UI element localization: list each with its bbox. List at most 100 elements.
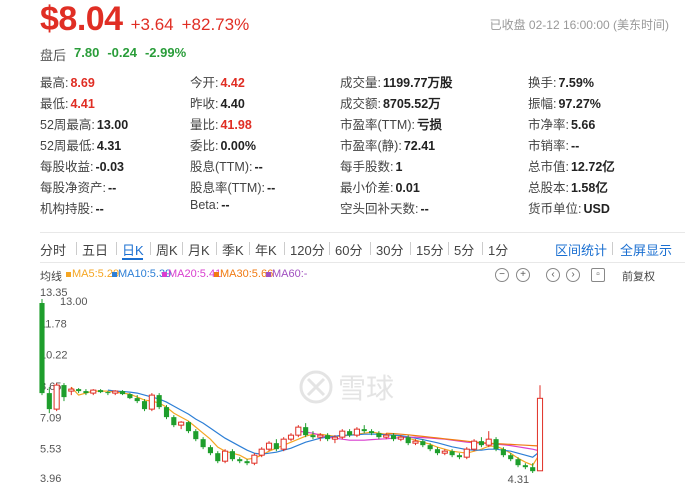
candle[interactable] <box>171 415 177 428</box>
candle-body <box>53 384 60 410</box>
candle[interactable] <box>39 299 45 396</box>
tab-9[interactable]: 30分 <box>376 240 403 259</box>
stat-label: 今开: <box>190 76 219 90</box>
stat-cell: 股息率(TTM): -- <box>190 177 275 196</box>
stat-label: 总市值: <box>528 160 569 174</box>
candle[interactable] <box>193 429 199 442</box>
candle[interactable] <box>456 453 463 460</box>
zoom-out-icon[interactable]: − <box>495 268 509 282</box>
candle[interactable] <box>98 389 104 394</box>
tab-1[interactable]: 五日 <box>82 240 108 259</box>
tab-12[interactable]: 1分 <box>488 240 508 259</box>
stat-cell: 最低: 4.41 <box>40 93 95 112</box>
candle[interactable] <box>295 425 302 438</box>
low-annotation: 4.31 <box>508 474 529 484</box>
candle[interactable] <box>178 421 185 430</box>
stat-cell: 52周最高: 13.00 <box>40 114 128 133</box>
candle[interactable] <box>83 389 89 396</box>
candle[interactable] <box>303 423 309 438</box>
candle[interactable] <box>390 433 397 442</box>
stat-cell: 今开: 4.42 <box>190 72 245 91</box>
candle[interactable] <box>222 449 229 464</box>
candle-body <box>237 459 243 462</box>
candle-body <box>485 438 492 446</box>
tab-5[interactable]: 季K <box>222 240 244 259</box>
candle-body <box>258 448 265 456</box>
price-change: +3.64 <box>130 15 174 34</box>
stat-cell: 52周最低: 4.31 <box>40 135 121 154</box>
tab-3[interactable]: 周K <box>156 240 178 259</box>
candle[interactable] <box>536 385 544 472</box>
candle[interactable] <box>287 433 295 442</box>
tab-4[interactable]: 月K <box>188 240 210 259</box>
candle[interactable] <box>185 421 192 434</box>
candle[interactable] <box>215 451 221 464</box>
stat-label: 货币单位: <box>528 202 582 216</box>
stat-cell: 市销率: -- <box>528 135 579 154</box>
candle[interactable] <box>237 457 243 464</box>
tab-8[interactable]: 60分 <box>335 240 362 259</box>
candle[interactable] <box>478 437 484 448</box>
y-tick-label: 3.96 <box>40 473 61 484</box>
candle[interactable] <box>361 425 367 434</box>
candle[interactable] <box>244 459 250 466</box>
candle[interactable] <box>339 429 346 440</box>
zoom-in-icon[interactable]: + <box>516 268 530 282</box>
stat-label: 昨收: <box>190 97 219 111</box>
candle-body <box>303 427 309 436</box>
kline-chart[interactable]: 雪球 13.3511.7810.228.657.095.533.9613.004… <box>0 282 693 484</box>
stat-value: 72.41 <box>403 139 436 153</box>
candle[interactable] <box>163 405 170 420</box>
pan-right-icon[interactable]: › <box>566 268 580 282</box>
tab-6[interactable]: 年K <box>255 240 277 259</box>
candle[interactable] <box>251 453 258 466</box>
candle[interactable] <box>200 437 206 450</box>
stat-label: 委比: <box>190 139 219 153</box>
stat-cell: 成交额: 8705.52万 <box>340 93 441 112</box>
candle[interactable] <box>148 393 155 412</box>
candle-body <box>127 394 133 399</box>
tab-11[interactable]: 5分 <box>454 240 474 259</box>
candle-body <box>61 385 67 398</box>
candle[interactable] <box>90 389 97 396</box>
candle[interactable] <box>207 445 214 456</box>
candle-body <box>83 391 89 394</box>
tab-2[interactable]: 日K <box>122 240 144 259</box>
stat-value: 4.31 <box>96 139 122 153</box>
candle[interactable] <box>61 383 67 402</box>
candle[interactable] <box>471 439 478 452</box>
candle-body <box>310 435 316 438</box>
candle[interactable] <box>493 437 499 452</box>
candle[interactable] <box>229 449 235 462</box>
candle-body <box>112 390 119 394</box>
candle-body <box>449 451 455 456</box>
candle-body <box>46 393 52 410</box>
candle[interactable] <box>353 427 360 438</box>
pan-left-icon[interactable]: ‹ <box>546 268 560 282</box>
candle[interactable] <box>265 441 273 452</box>
stat-value: 4.40 <box>220 97 245 111</box>
candle-body <box>508 455 514 460</box>
candle[interactable] <box>280 437 287 452</box>
stat-label: 52周最低: <box>40 139 95 153</box>
candle-body <box>163 407 170 418</box>
candle-body <box>287 434 295 440</box>
stat-cell: 总股本: 1.58亿 <box>528 177 608 196</box>
candle[interactable] <box>522 463 528 470</box>
range-stats-link[interactable]: 区间统计 <box>555 240 607 259</box>
candle[interactable] <box>53 383 60 412</box>
candle-body <box>376 433 382 438</box>
tab-7[interactable]: 120分 <box>290 240 325 259</box>
tab-10[interactable]: 15分 <box>416 240 443 259</box>
settings-icon[interactable]: ▫ <box>591 268 605 282</box>
tab-0[interactable]: 分时 <box>40 240 66 259</box>
candle-body <box>536 397 544 472</box>
candle[interactable] <box>112 390 119 396</box>
candle[interactable] <box>156 393 162 410</box>
candle[interactable] <box>463 447 470 460</box>
candle[interactable] <box>434 447 441 456</box>
fullscreen-link[interactable]: 全屏显示 <box>620 240 672 259</box>
candle-body <box>353 428 360 436</box>
candle[interactable] <box>485 431 492 448</box>
stat-cell: 量比: 41.98 <box>190 114 252 133</box>
